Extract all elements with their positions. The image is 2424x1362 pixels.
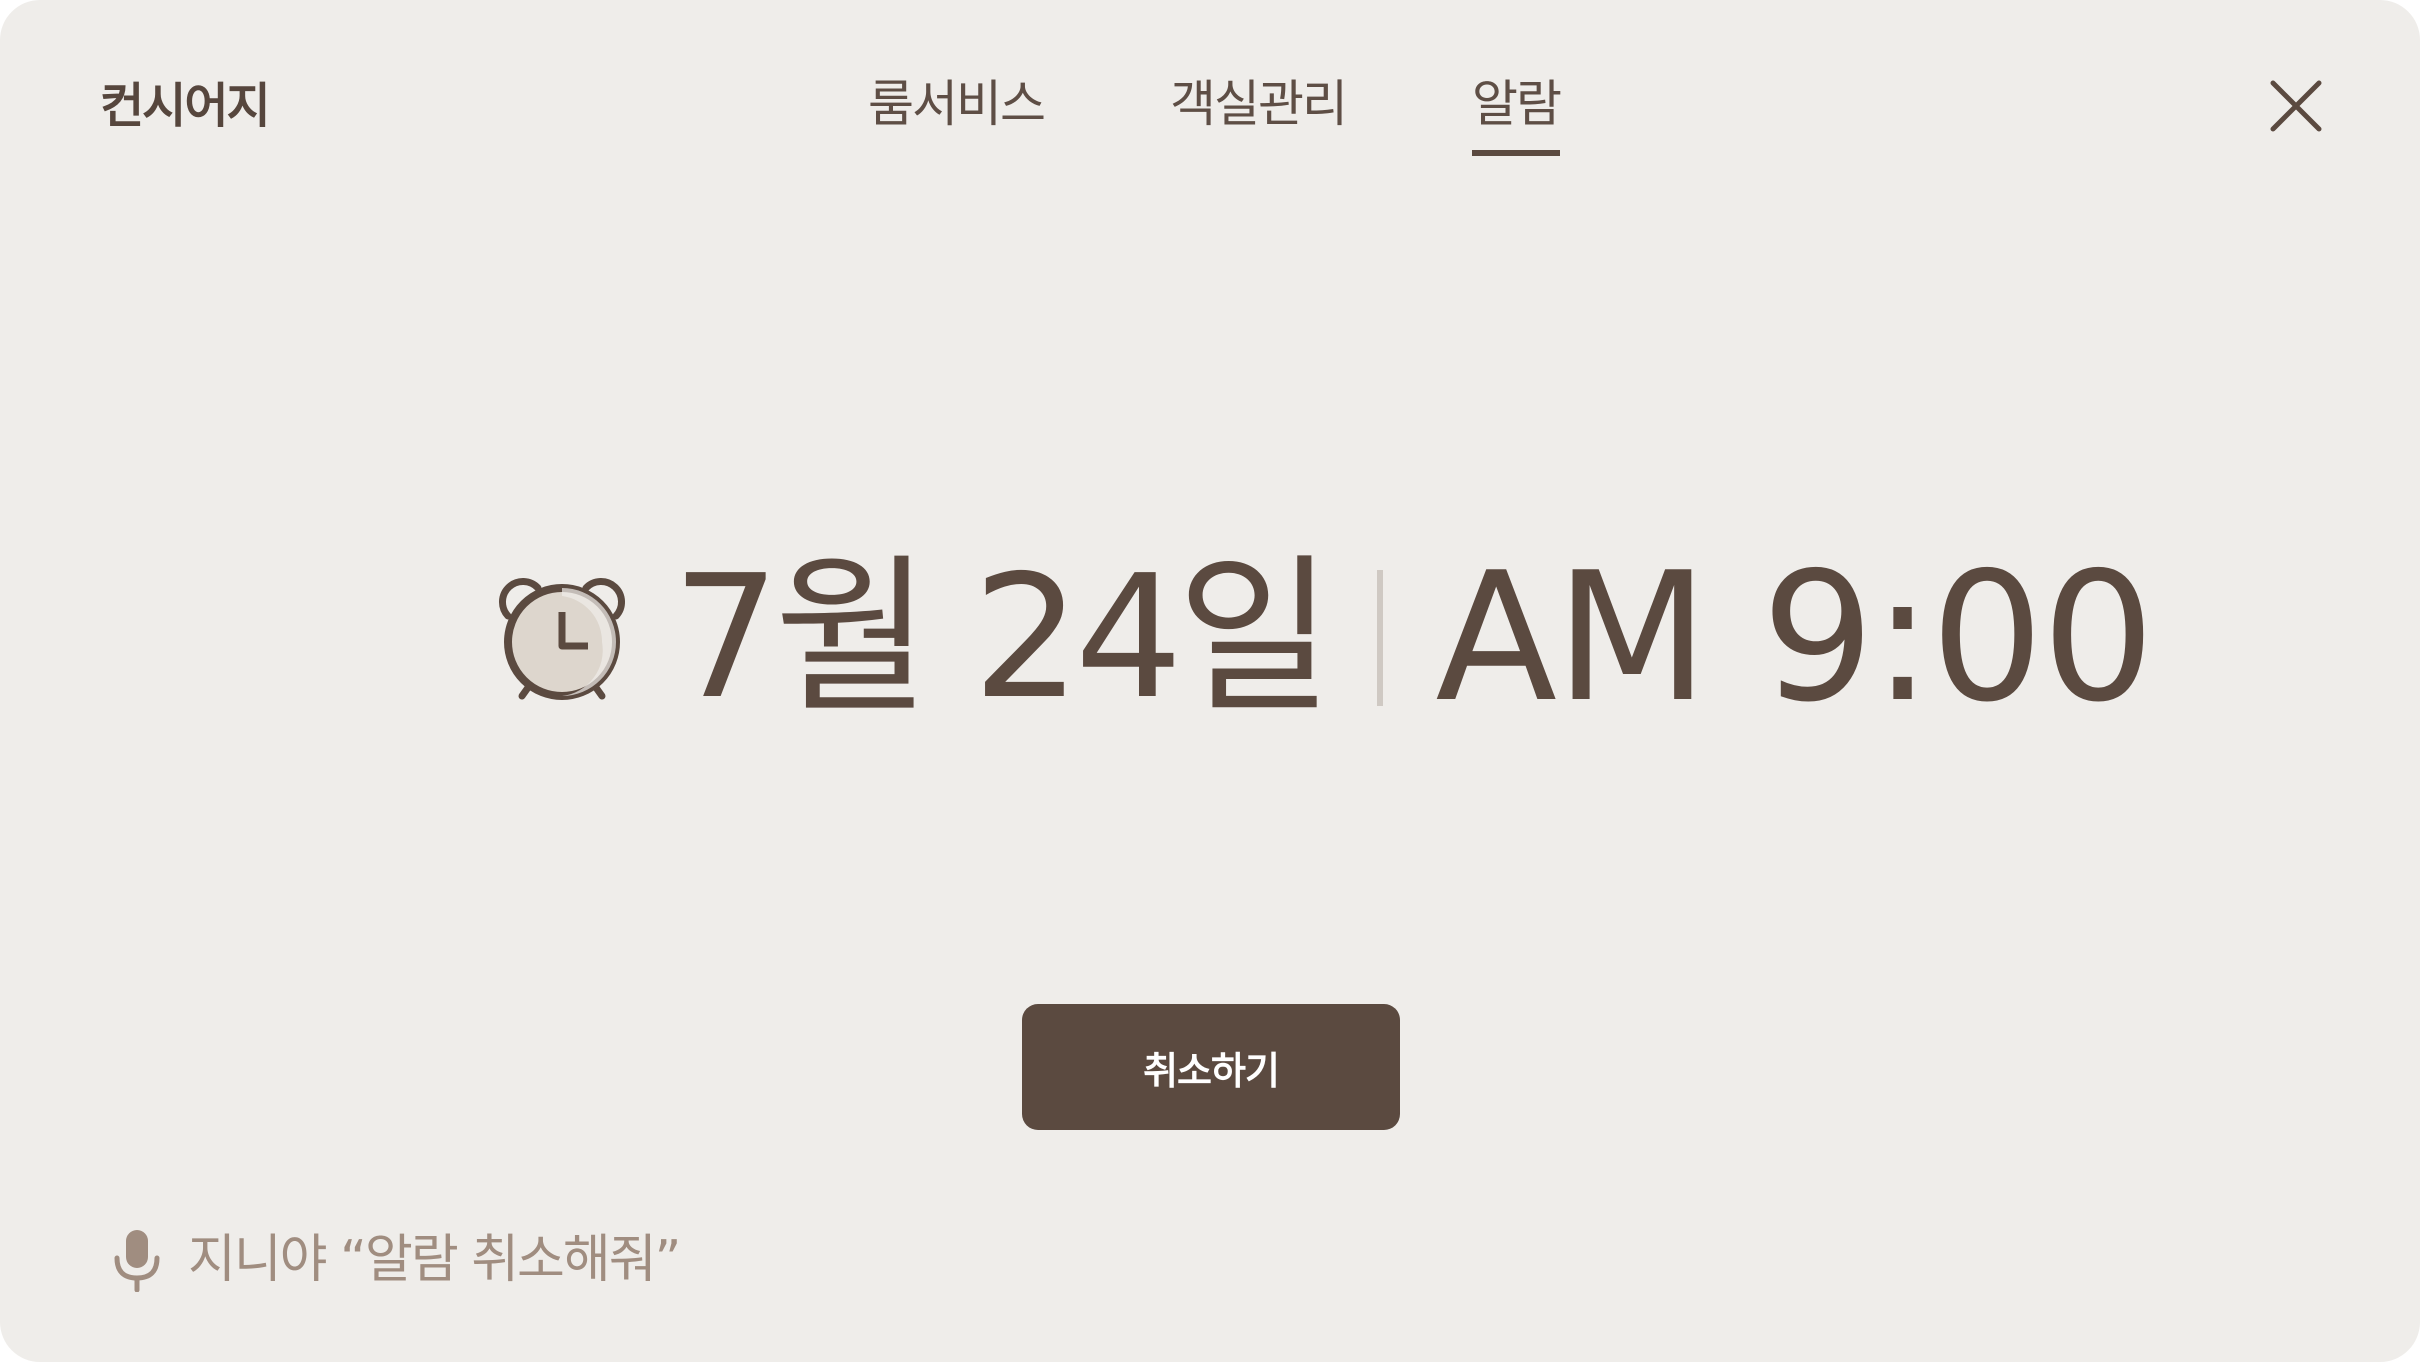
voice-hint: 지니야 “알람 취소해줘” bbox=[112, 1228, 681, 1292]
close-icon bbox=[2270, 80, 2322, 132]
alarm-date: 7월 24일 bbox=[672, 539, 1333, 737]
alarm-clock-icon bbox=[499, 578, 625, 700]
cancel-button[interactable]: 취소하기 bbox=[1022, 1004, 1400, 1130]
alarm-time: AM 9:00 bbox=[1435, 534, 2155, 741]
tab-room-management[interactable]: 객실관리 bbox=[1170, 72, 1348, 136]
microphone-icon bbox=[114, 1230, 160, 1292]
alarm-display: 7월 24일 AM 9:00 bbox=[498, 534, 2155, 741]
close-button[interactable] bbox=[2268, 78, 2324, 134]
page-title: 컨시어지 bbox=[100, 78, 271, 134]
voice-command-hint: 지니야 “알람 취소해줘” bbox=[188, 1230, 681, 1290]
tab-bar: 룸서비스 객실관리 알람 bbox=[868, 72, 1562, 156]
divider bbox=[1377, 570, 1384, 706]
alarm-panel: 컨시어지 룸서비스 객실관리 알람 7월 24일 AM 9:00 취소하기 지니… bbox=[0, 0, 2420, 1362]
tab-alarm[interactable]: 알람 bbox=[1472, 72, 1562, 156]
tab-room-service[interactable]: 룸서비스 bbox=[868, 72, 1046, 136]
